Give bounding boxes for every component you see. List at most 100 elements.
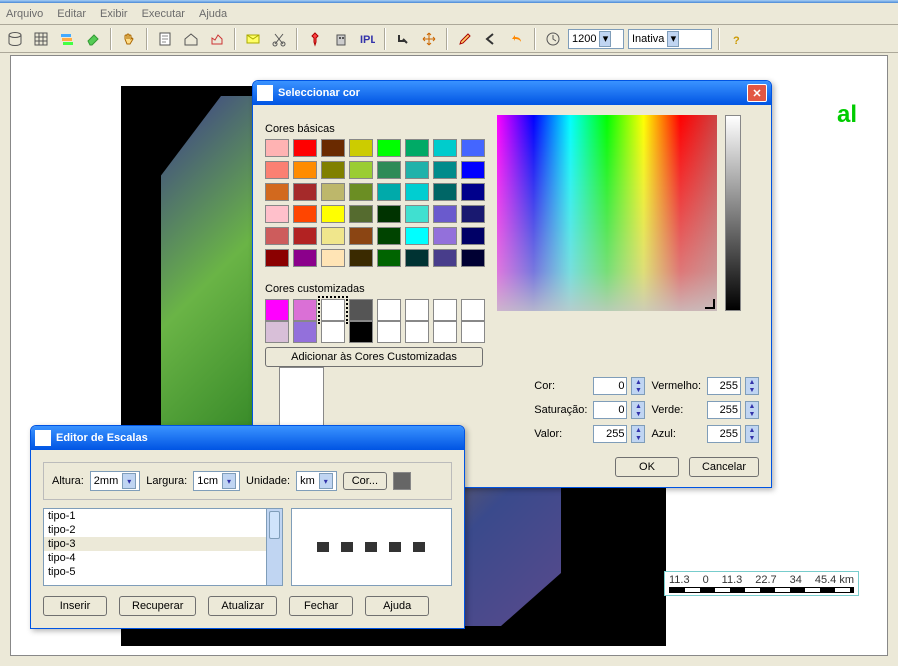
move-icon[interactable]: [418, 28, 440, 50]
custom-color-swatch[interactable]: [461, 299, 485, 321]
add-custom-color-button[interactable]: Adicionar às Cores Customizadas: [265, 347, 483, 367]
undo-icon[interactable]: [506, 28, 528, 50]
spinner[interactable]: ▲▼: [631, 377, 645, 395]
color-swatch[interactable]: [265, 205, 289, 223]
back-icon[interactable]: [480, 28, 502, 50]
custom-color-swatch[interactable]: [377, 299, 401, 321]
close-button[interactable]: ✕: [747, 84, 767, 102]
list-item[interactable]: tipo-4: [44, 551, 282, 565]
ipl-icon[interactable]: IPL: [356, 28, 378, 50]
chart-icon[interactable]: [206, 28, 228, 50]
spinner[interactable]: ▲▼: [745, 377, 759, 395]
zoom-input[interactable]: 1200▾: [568, 29, 624, 49]
color-swatch[interactable]: [405, 249, 429, 267]
color-swatch[interactable]: [377, 139, 401, 157]
custom-color-swatch[interactable]: [377, 321, 401, 343]
color-swatch[interactable]: [377, 205, 401, 223]
color-swatch[interactable]: [349, 183, 373, 201]
luminance-slider[interactable]: [725, 115, 741, 311]
list-item[interactable]: tipo-2: [44, 523, 282, 537]
color-swatch[interactable]: [265, 249, 289, 267]
color-swatch[interactable]: [405, 183, 429, 201]
color-swatch[interactable]: [321, 249, 345, 267]
arrow-down-right-icon[interactable]: [392, 28, 414, 50]
color-swatch[interactable]: [461, 205, 485, 223]
menu-ajuda[interactable]: Ajuda: [199, 8, 227, 20]
color-swatch[interactable]: [349, 139, 373, 157]
color-swatch[interactable]: [461, 139, 485, 157]
color-swatch[interactable]: [461, 161, 485, 179]
custom-color-swatch[interactable]: [461, 321, 485, 343]
color-swatch[interactable]: [461, 249, 485, 267]
color-swatch[interactable]: [321, 183, 345, 201]
db-icon[interactable]: [4, 28, 26, 50]
color-swatch[interactable]: [349, 227, 373, 245]
spinner[interactable]: ▲▼: [745, 401, 759, 419]
custom-color-swatch[interactable]: [265, 321, 289, 343]
custom-color-swatch[interactable]: [349, 299, 373, 321]
list-item[interactable]: tipo-5: [44, 565, 282, 579]
spinner[interactable]: ▲▼: [745, 425, 759, 443]
cut-icon[interactable]: [268, 28, 290, 50]
ajuda-button[interactable]: Ajuda: [365, 596, 429, 616]
titlebar[interactable]: Seleccionar cor ✕: [253, 81, 771, 105]
fechar-button[interactable]: Fechar: [289, 596, 353, 616]
color-swatch[interactable]: [433, 139, 457, 157]
custom-color-swatch[interactable]: [265, 299, 289, 321]
tipo-listbox[interactable]: tipo-1tipo-2tipo-3tipo-4tipo-5: [43, 508, 283, 586]
color-swatch[interactable]: [461, 183, 485, 201]
sat-input[interactable]: [593, 401, 627, 419]
atualizar-button[interactable]: Atualizar: [208, 596, 277, 616]
color-swatch[interactable]: [293, 227, 317, 245]
menu-exibir[interactable]: Exibir: [100, 8, 128, 20]
list-item[interactable]: tipo-3: [44, 537, 282, 551]
color-swatch[interactable]: [405, 161, 429, 179]
building-icon[interactable]: [330, 28, 352, 50]
spinner[interactable]: ▲▼: [631, 425, 645, 443]
menu-editar[interactable]: Editar: [57, 8, 86, 20]
color-swatch[interactable]: [321, 227, 345, 245]
color-swatch[interactable]: [405, 205, 429, 223]
custom-color-swatch[interactable]: [349, 321, 373, 343]
red-input[interactable]: [707, 377, 741, 395]
color-swatch[interactable]: [405, 227, 429, 245]
val-input[interactable]: [593, 425, 627, 443]
altura-select[interactable]: 2mm▾: [90, 471, 140, 491]
custom-color-swatch[interactable]: [293, 321, 317, 343]
color-swatch[interactable]: [321, 205, 345, 223]
home-icon[interactable]: [180, 28, 202, 50]
color-swatch[interactable]: [293, 161, 317, 179]
color-swatch[interactable]: [265, 227, 289, 245]
color-gradient[interactable]: [497, 115, 717, 311]
color-swatch[interactable]: [265, 161, 289, 179]
color-swatch[interactable]: [377, 183, 401, 201]
hue-input[interactable]: [593, 377, 627, 395]
color-swatch[interactable]: [293, 205, 317, 223]
scrollbar[interactable]: [266, 509, 282, 585]
blue-input[interactable]: [707, 425, 741, 443]
hand-icon[interactable]: [118, 28, 140, 50]
color-swatch[interactable]: [377, 161, 401, 179]
color-swatch[interactable]: [265, 183, 289, 201]
chevron-down-icon[interactable]: ▾: [667, 31, 679, 47]
layers-icon[interactable]: [56, 28, 78, 50]
status-select[interactable]: Inativa▾: [628, 29, 712, 49]
color-swatch[interactable]: [321, 139, 345, 157]
color-swatch[interactable]: [293, 249, 317, 267]
report-icon[interactable]: [154, 28, 176, 50]
green-input[interactable]: [707, 401, 741, 419]
color-swatch[interactable]: [377, 249, 401, 267]
custom-color-swatch[interactable]: [321, 321, 345, 343]
color-swatch[interactable]: [433, 249, 457, 267]
menu-executar[interactable]: Executar: [142, 8, 185, 20]
color-swatch[interactable]: [377, 227, 401, 245]
color-swatch[interactable]: [265, 139, 289, 157]
menu-arquivo[interactable]: Arquivo: [6, 8, 43, 20]
color-swatch[interactable]: [293, 139, 317, 157]
grid-icon[interactable]: [30, 28, 52, 50]
color-swatch[interactable]: [293, 183, 317, 201]
chevron-down-icon[interactable]: ▾: [599, 31, 611, 47]
unidade-select[interactable]: km▾: [296, 471, 337, 491]
titlebar[interactable]: Editor de Escalas: [31, 426, 464, 450]
cor-button[interactable]: Cor...: [343, 472, 387, 490]
